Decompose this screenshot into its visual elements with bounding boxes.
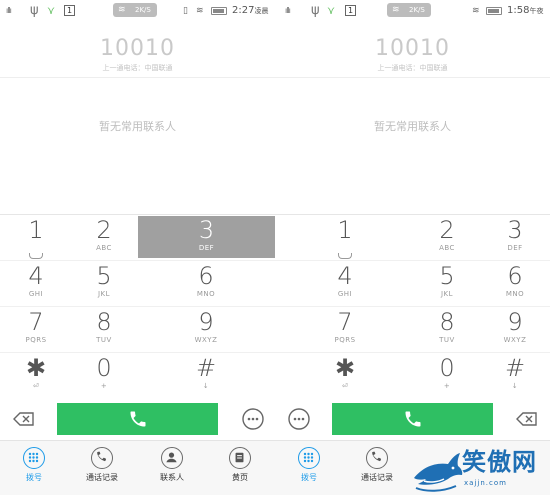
wifi-icon: ≋ [118,5,126,15]
message-icon [288,408,310,430]
call-button[interactable] [57,403,218,435]
key-9[interactable]: 9 WXYZ [172,308,240,350]
clock: 1:58午夜 [507,5,544,16]
lock-icon: ⏎ [32,382,40,390]
signal-icon: ıllı [285,6,291,15]
wifi-icon: ≋ [392,5,400,15]
divider [0,352,275,353]
key-7[interactable]: 7 PQRS [2,308,70,350]
dialed-number: 10010 [375,36,450,61]
key-1[interactable]: 1 [2,216,70,259]
voicemail-icon [29,253,43,259]
last-call-label: 上一通电话：中国联通 [102,64,173,72]
download-icon: ⋎ [327,4,336,17]
divider [0,214,275,215]
nav-call-log[interactable]: 通话记录 [68,447,136,493]
clock: 2:27凌晨 [232,5,269,16]
phone-log-icon [91,447,113,469]
phone-screen-left: ıllı ψ ⋎ 1 ≋ 2K/S ▯ ≋ 2:27凌晨 10010 上一通电话… [0,0,275,495]
key-3[interactable]: 3 DEF [481,216,549,258]
last-call-label: 上一通电话：中国联通 [377,64,448,72]
key-2[interactable]: 2 ABC [70,216,138,258]
yellow-pages-icon [229,447,251,469]
backspace-icon [516,412,537,426]
key-6[interactable]: 6 MNO [172,262,240,304]
backspace-icon [13,412,34,426]
no-frequent-contacts-label: 暂无常用联系人 [374,120,451,133]
voicemail-icon [338,253,352,259]
dialpad-icon [298,447,320,469]
call-button[interactable] [332,403,493,435]
key-star[interactable]: ✱ ⏎ [2,354,70,396]
key-star[interactable]: ✱ ⏎ [311,354,379,396]
dialpad-icon [23,447,45,469]
down-arrow-icon: ↓ [202,382,210,390]
wifi-status-icon: ≋ [472,6,480,16]
lock-icon: ⏎ [341,382,349,390]
plus-icon: + [100,382,108,390]
key-4[interactable]: 4 GHI [311,262,379,304]
signal-icon: ıllı [6,6,12,15]
backspace-button[interactable] [515,407,539,431]
net-speed-indicator: ≋ 2K/S [387,3,431,17]
wifi-status-icon: ≋ [196,6,204,16]
battery-icon [486,7,502,15]
divider [0,77,275,78]
site-watermark: 笑傲网 xajjn.com [412,446,550,495]
key-1[interactable]: 1 [311,216,379,259]
key-9[interactable]: 9 WXYZ [481,308,549,350]
status-bar: ıllı ψ ⋎ 1 ≋ 2K/S ▯ ≋ 2:27凌晨 [0,0,275,22]
nav-yellow-pages[interactable]: 黄页 [206,447,274,493]
down-arrow-icon: ↓ [511,382,519,390]
usb-icon: ψ [311,3,320,18]
phone-icon [130,411,145,427]
contacts-icon [161,447,183,469]
backspace-button[interactable] [12,407,36,431]
dialed-number: 10010 [100,36,175,61]
key-7[interactable]: 7 PQRS [311,308,379,350]
divider [275,260,550,261]
key-0[interactable]: 0 + [413,354,481,396]
nav-contacts[interactable]: 联系人 [138,447,206,493]
battery-icon [211,7,227,15]
divider [275,214,550,215]
divider [0,260,275,261]
key-4[interactable]: 4 GHI [2,262,70,304]
key-hash[interactable]: # ↓ [172,354,240,396]
net-speed-indicator: ≋ 2K/S [113,3,157,17]
sms-button[interactable] [241,407,265,431]
key-8[interactable]: 8 TUV [70,308,138,350]
nav-call-log[interactable]: 通话记录 [343,447,411,493]
sms-button[interactable] [287,407,311,431]
key-2[interactable]: 2 ABC [413,216,481,258]
key-6[interactable]: 6 MNO [481,262,549,304]
key-5[interactable]: 5 JKL [70,262,138,304]
usb-icon: ψ [30,3,39,18]
sim-icon: 1 [64,5,75,16]
key-5[interactable]: 5 JKL [413,262,481,304]
message-icon [242,408,264,430]
phone-screen-right: ıllı ψ ⋎ 1 ≋ 2K/S ≋ 1:58午夜 10010 上一通电话：中… [275,0,550,495]
phone-icon [405,411,420,427]
divider [0,306,275,307]
nav-dialpad[interactable]: 拨号 [275,447,343,493]
key-8[interactable]: 8 TUV [413,308,481,350]
key-0[interactable]: 0 + [70,354,138,396]
sim-icon: 1 [345,5,356,16]
vibrate-icon: ▯ [183,6,188,16]
key-3[interactable]: 3 DEF [138,216,275,258]
bottom-nav: 拨号 通话记录 联系人 黄页 [0,440,275,495]
divider [275,77,550,78]
phone-log-icon [366,447,388,469]
plus-icon: + [443,382,451,390]
download-icon: ⋎ [47,4,56,17]
status-bar: ıllı ψ ⋎ 1 ≋ 2K/S ≋ 1:58午夜 [275,0,550,22]
shark-logo-icon [414,453,463,492]
key-hash[interactable]: # ↓ [481,354,549,396]
divider [275,352,550,353]
no-frequent-contacts-label: 暂无常用联系人 [99,120,176,133]
divider [275,306,550,307]
nav-dialpad[interactable]: 拨号 [0,447,68,493]
